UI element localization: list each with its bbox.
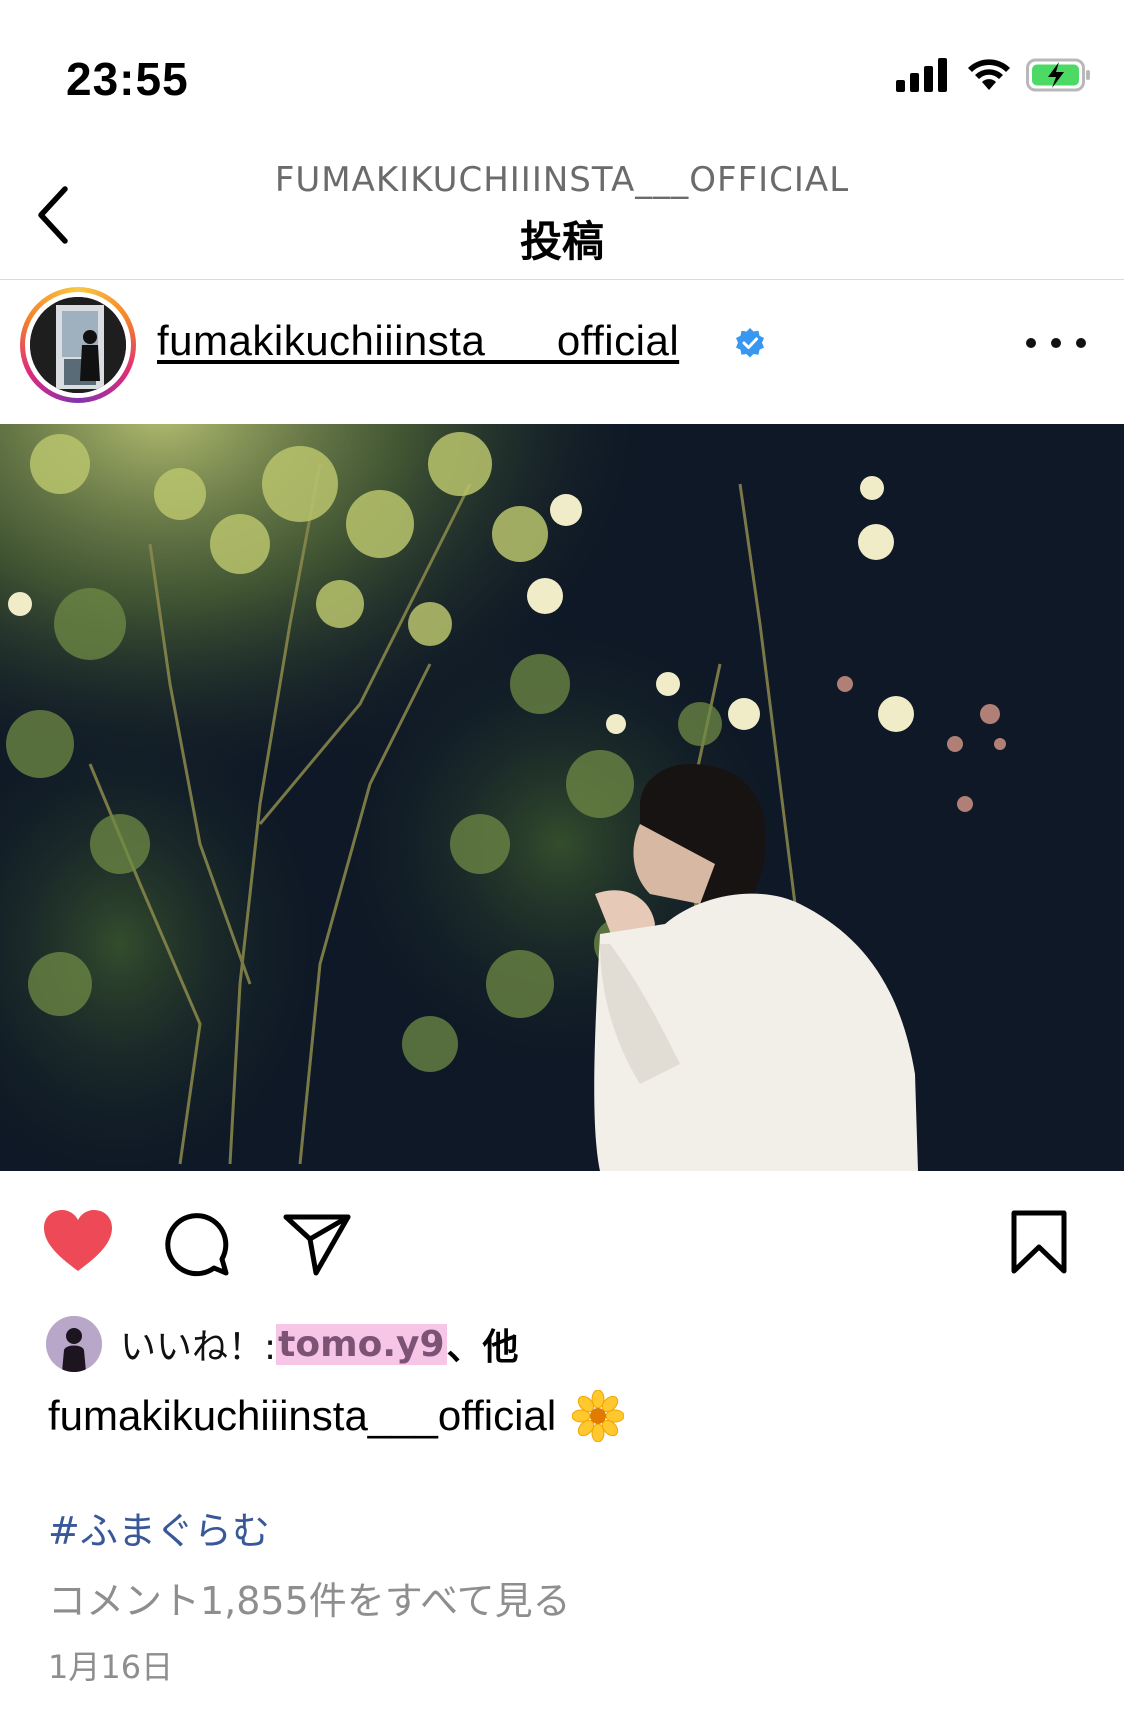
header-account-name: FUMAKIKUCHIIINSTA___OFFICIAL <box>274 160 850 200</box>
more-options-button[interactable] <box>1026 333 1086 353</box>
likes-others[interactable]: 、他 <box>447 1318 519 1370</box>
caption-username[interactable]: fumakikuchiiinsta___official <box>48 1392 556 1440</box>
post-image[interactable] <box>0 424 1124 1171</box>
post-actions <box>0 1171 1124 1311</box>
signal-icon <box>896 58 947 92</box>
send-icon[interactable] <box>282 1211 352 1277</box>
verified-badge-icon <box>736 328 764 358</box>
status-icons <box>896 58 1092 92</box>
comment-icon[interactable] <box>164 1211 230 1277</box>
post-photo <box>0 424 1124 1171</box>
bookmark-icon[interactable] <box>1010 1209 1068 1275</box>
view-all-comments-link[interactable]: コメント1,855件をすべて見る <box>48 1570 571 1625</box>
post-username[interactable]: fumakikuchiiinsta___official <box>157 317 679 365</box>
post-header: fumakikuchiiinsta___official <box>0 281 1124 424</box>
likes-label: いいね！: <box>120 1327 277 1368</box>
status-bar: 23:55 <box>0 0 1124 150</box>
nav-header: FUMAKIKUCHIIINSTA___OFFICIAL 投稿 <box>0 150 1124 280</box>
liker-username[interactable]: tomo.y9 <box>276 1323 447 1365</box>
avatar[interactable] <box>20 287 136 403</box>
status-time: 23:55 <box>66 53 189 105</box>
hashtag-link[interactable]: #ふまぐらむ <box>48 1500 270 1555</box>
more-horizontal-icon <box>1026 338 1036 348</box>
avatar-image <box>30 297 126 393</box>
wifi-icon <box>968 59 1010 90</box>
page-title: 投稿 <box>519 217 604 266</box>
likes-summary[interactable]: いいね！: tomo.y9 、他 <box>46 1314 519 1374</box>
liker-avatar[interactable] <box>46 1316 102 1372</box>
blossom-emoji-icon <box>572 1390 625 1442</box>
heart-filled-icon[interactable] <box>42 1209 114 1273</box>
battery-charging-icon <box>1026 58 1090 92</box>
post-date: 1月16日 <box>48 1648 174 1686</box>
caption: fumakikuchiiinsta___official <box>48 1390 625 1442</box>
